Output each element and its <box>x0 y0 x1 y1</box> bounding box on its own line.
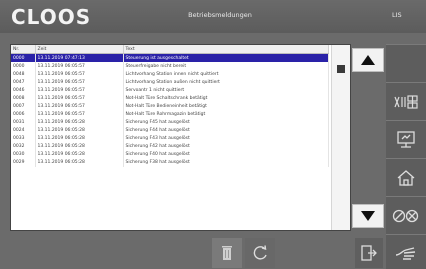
cell-text: Steuerung ist ausgeschaltet <box>123 53 329 63</box>
cell-time: 13.11.2019 06:05:28 <box>35 158 124 167</box>
refresh-icon <box>253 245 267 260</box>
scroll-down-button[interactable] <box>352 204 384 228</box>
table-row[interactable]: 0046 13.11.2019 06:05:57 Servoantr 1 nicht… <box>11 86 329 95</box>
cell-time: 13.11.2019 06:05:57 <box>35 62 124 71</box>
cell-nr: 0008 <box>11 94 36 103</box>
cell-text: Servoantr 1 nicht quittiert <box>123 86 329 95</box>
table-row[interactable]: 0008 13.11.2019 06:05:57 Not-Halt Türe Sch… <box>11 94 329 103</box>
cell-text: Steuerfreigabe nicht bereit <box>123 62 329 71</box>
cell-nr: 0007 <box>11 102 36 111</box>
triangle-down-icon <box>361 211 375 221</box>
delete-button[interactable] <box>212 238 242 268</box>
cell-time: 13.11.2019 06:05:57 <box>35 110 124 119</box>
table-row[interactable]: 0047 13.11.2019 06:05:57 Lichtvorhang Stat… <box>11 78 329 87</box>
cell-time: 13.11.2019 06:05:57 <box>35 102 124 111</box>
side-button-io[interactable] <box>386 82 426 120</box>
table-row[interactable]: 0006 13.11.2019 06:05:57 Not-Halt Türe Roh… <box>11 110 329 119</box>
cell-text: Sicherung F38 hat ausgelöst <box>123 158 329 167</box>
cell-nr: 0032 <box>11 142 36 151</box>
cell-time: 13.11.2019 06:05:28 <box>35 150 124 159</box>
home-icon <box>397 169 415 186</box>
io-grid-icon <box>394 94 418 109</box>
cell-time: 13.11.2019 07:47:13 <box>35 53 124 63</box>
cell-time: 13.11.2019 06:05:57 <box>35 86 124 95</box>
cell-text: Not-Halt Türe Bedieneinheit betätigt <box>123 102 329 111</box>
cell-text: Sicherung F44 hat ausgelöst <box>123 126 329 135</box>
side-button-home[interactable] <box>386 158 426 196</box>
table-row[interactable]: 0000 13.11.2019 06:05:57 Steuerfreigabe ni… <box>11 62 329 71</box>
side-button-hand[interactable] <box>386 234 426 269</box>
cell-nr: 0029 <box>11 158 36 167</box>
cell-time: 13.11.2019 06:05:57 <box>35 70 124 79</box>
column-header-time[interactable]: Zeit <box>35 45 124 54</box>
cell-time: 13.11.2019 06:05:28 <box>35 134 124 143</box>
scrollbar-thumb[interactable] <box>337 65 345 73</box>
exit-icon <box>361 245 377 261</box>
monitor-icon <box>397 130 415 148</box>
message-table: Nr. Zeit Text 0000 13.11.2019 07:47:13 Ste… <box>11 45 329 167</box>
exit-button[interactable] <box>355 238 383 268</box>
cell-time: 13.11.2019 06:05:28 <box>35 118 124 127</box>
table-row[interactable]: 0000 13.11.2019 07:47:13 Steuerung ist aus… <box>11 53 329 63</box>
user-badge: LIS <box>392 11 402 19</box>
cell-nr: 0047 <box>11 78 36 87</box>
cell-time: 13.11.2019 06:05:57 <box>35 78 124 87</box>
table-row[interactable]: 0029 13.11.2019 06:05:28 Sicherung F38 hat… <box>11 158 329 167</box>
message-list-panel: Nr. Zeit Text 0000 13.11.2019 07:47:13 Ste… <box>10 44 351 231</box>
table-row[interactable]: 0032 13.11.2019 06:05:28 Sicherung F42 hat… <box>11 142 329 151</box>
cell-nr: 0031 <box>11 118 36 127</box>
cell-text: Lichtvorhang Station innen nicht quittie… <box>123 70 329 79</box>
scroll-up-button[interactable] <box>352 48 384 72</box>
cell-text: Sicherung F40 hat ausgelöst <box>123 150 329 159</box>
table-header-row: Nr. Zeit Text <box>11 45 329 54</box>
cell-time: 13.11.2019 06:05:57 <box>35 94 124 103</box>
cell-nr: 0000 <box>11 53 36 63</box>
side-button-error-reset[interactable] <box>386 196 426 234</box>
table-row[interactable]: 0030 13.11.2019 06:05:28 Sicherung F40 hat… <box>11 150 329 159</box>
triangle-up-icon <box>361 55 375 65</box>
cell-time: 13.11.2019 06:05:28 <box>35 126 124 135</box>
cell-text: Not-Halt Türe Rohrmagazin betätigt <box>123 110 329 119</box>
cell-nr: 0030 <box>11 150 36 159</box>
cell-nr: 0046 <box>11 86 36 95</box>
table-row[interactable]: 0048 13.11.2019 06:05:57 Lichtvorhang Stat… <box>11 70 329 79</box>
page-title: Betriebsmeldungen <box>188 11 252 19</box>
hand-icon <box>395 247 416 260</box>
cell-nr: 0024 <box>11 126 36 135</box>
side-button-monitor[interactable] <box>386 120 426 158</box>
cell-time: 13.11.2019 06:05:28 <box>35 142 124 151</box>
table-row[interactable]: 0007 13.11.2019 06:05:57 Not-Halt Türe Bed… <box>11 102 329 111</box>
cell-nr: 0006 <box>11 110 36 119</box>
table-row[interactable]: 0033 13.11.2019 06:05:28 Sicherung F43 hat… <box>11 134 329 143</box>
cell-text: Sicherung F45 hat ausgelöst <box>123 118 329 127</box>
vertical-scrollbar[interactable] <box>331 45 350 230</box>
cell-nr: 0033 <box>11 134 36 143</box>
header-bar: CLOOS Betriebsmeldungen LIS <box>0 0 426 33</box>
trash-icon <box>222 246 232 260</box>
cell-nr: 0000 <box>11 62 36 71</box>
cell-text: Not-Halt Türe Schaltschrank betätigt <box>123 94 329 103</box>
column-header-text[interactable]: Text <box>123 45 329 54</box>
cell-text: Sicherung F42 hat ausgelöst <box>123 142 329 151</box>
side-button-blank[interactable] <box>386 44 426 82</box>
error-reset-icon <box>392 209 419 222</box>
table-row[interactable]: 0024 13.11.2019 06:05:28 Sicherung F44 hat… <box>11 126 329 135</box>
refresh-button[interactable] <box>245 238 275 268</box>
column-header-nr[interactable]: Nr. <box>11 45 36 54</box>
cloos-logo: CLOOS <box>11 5 92 29</box>
cell-text: Lichtvorhang Station außen nicht quittie… <box>123 78 329 87</box>
table-row[interactable]: 0031 13.11.2019 06:05:28 Sicherung F45 hat… <box>11 118 329 127</box>
cell-nr: 0048 <box>11 70 36 79</box>
cell-text: Sicherung F43 hat ausgelöst <box>123 134 329 143</box>
